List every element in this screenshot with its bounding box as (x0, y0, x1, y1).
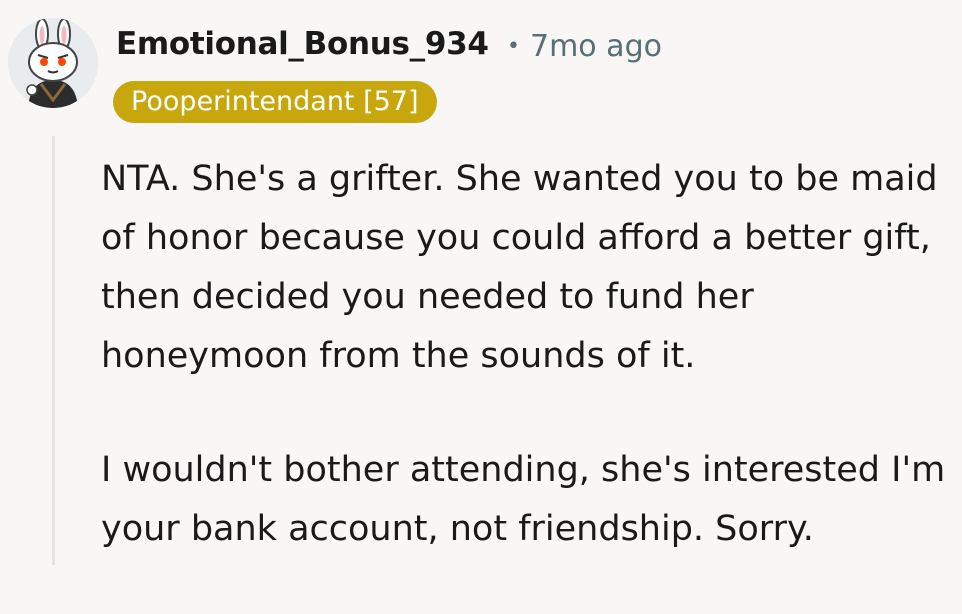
user-flair: Pooperintendant [57] (113, 81, 437, 123)
username-link[interactable]: Emotional_Bonus_934 (116, 26, 489, 62)
snoo-bunny-avatar-icon (8, 18, 98, 108)
separator-dot: • (507, 34, 520, 59)
timestamp[interactable]: 7mo ago (530, 29, 662, 64)
comment-body: NTA. She's a grifter. She wanted you to … (101, 150, 951, 614)
comment-meta: • 7mo ago (507, 29, 662, 64)
comment-paragraph: NTA. She's a grifter. She wanted you to … (101, 159, 938, 376)
thread-line[interactable] (52, 136, 55, 565)
comment-paragraph: I wouldn't bother attending, she's inter… (101, 450, 946, 549)
avatar[interactable] (8, 18, 98, 108)
